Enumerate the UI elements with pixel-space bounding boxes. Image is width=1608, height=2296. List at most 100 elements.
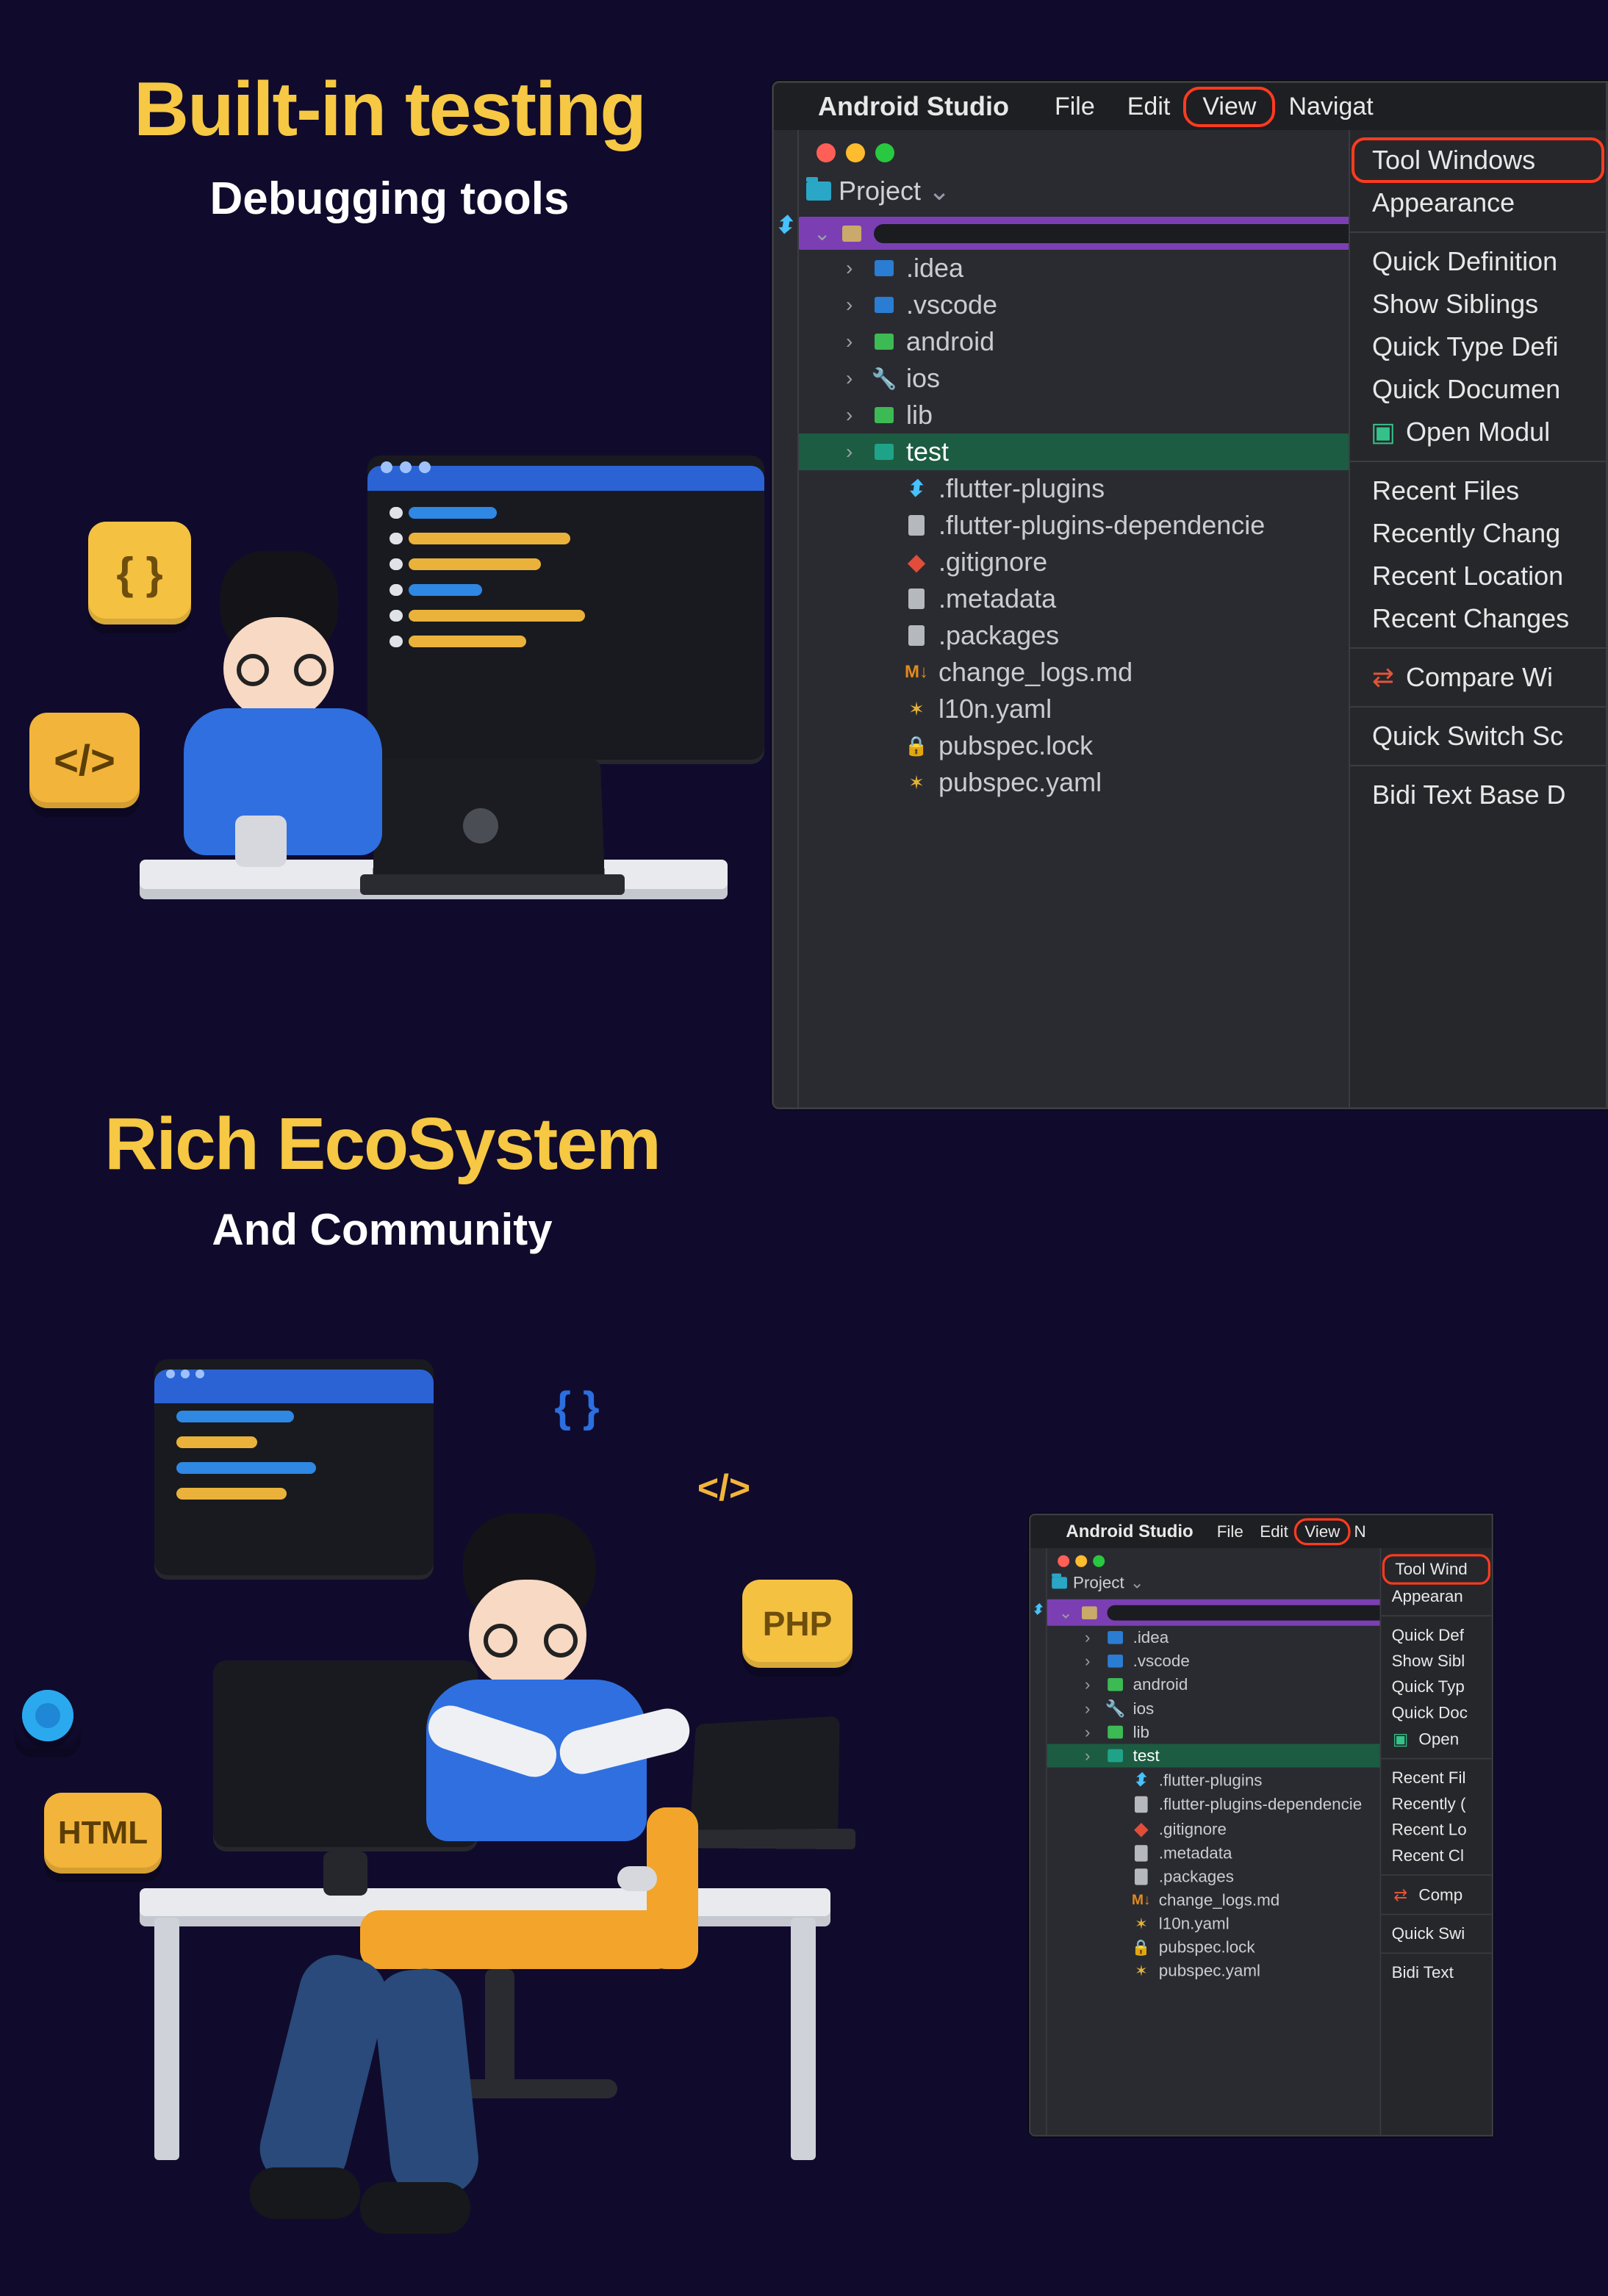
code-badge-icon: </>: [29, 713, 140, 808]
android-studio-panel-1: Android Studio File Edit View Navigat ⬍ …: [772, 81, 1608, 1109]
dropdown-item-label: Recent Changes: [1372, 603, 1569, 634]
app-name: Android Studio: [1066, 1522, 1193, 1541]
flutter-icon: ⬍: [773, 211, 798, 239]
braces-badge-icon: { }: [88, 522, 191, 625]
tree-item-label: android: [906, 326, 994, 357]
menu-edit[interactable]: Edit: [1111, 90, 1187, 124]
view-menu-dropdown[interactable]: Tool Windows Appearance Quick Definition Sh…: [1349, 130, 1606, 1109]
menu-file[interactable]: File: [1038, 90, 1111, 124]
tree-item-label: .gitignore: [938, 547, 1047, 577]
tree-item-label: lib: [1133, 1723, 1149, 1742]
dropdown-item[interactable]: ▣ Open Modul: [1350, 411, 1606, 453]
dropdown-item-label: Recent Files: [1372, 475, 1519, 506]
dropdown-item[interactable]: Quick Typ: [1381, 1674, 1491, 1699]
android-studio-panel-2: Android Studio File Edit View N ⬍ Projec…: [1029, 1514, 1493, 2137]
dropdown-item[interactable]: Tool Windows: [1354, 140, 1601, 180]
dropdown-item[interactable]: Appearance: [1350, 181, 1606, 224]
tree-item-label: .packages: [1159, 1868, 1234, 1887]
mac-menubar: Android Studio File Edit View N: [1030, 1515, 1491, 1548]
menu-navigate[interactable]: Navigat: [1272, 90, 1389, 124]
tree-item-label: .flutter-plugins-dependencie: [938, 510, 1265, 541]
dropdown-item[interactable]: Show Sibl: [1381, 1648, 1491, 1674]
tree-item-label: test: [1133, 1746, 1160, 1766]
menu-n[interactable]: N: [1349, 1521, 1372, 1543]
html-badge: HTML: [44, 1793, 162, 1874]
zoom-window-icon[interactable]: [1093, 1555, 1105, 1567]
view-menu-dropdown[interactable]: Tool WindAppearan Quick Def Show Sibl Quick…: [1380, 1548, 1492, 2137]
close-window-icon[interactable]: [1058, 1555, 1069, 1567]
dropdown-item[interactable]: Recently (: [1381, 1791, 1491, 1817]
dropdown-item[interactable]: Recent Cl: [1381, 1843, 1491, 1868]
tree-item-label: .vscode: [906, 289, 997, 320]
dropdown-item[interactable]: Show Siblings: [1350, 283, 1606, 325]
dropdown-item[interactable]: ⇄Compare Wi: [1350, 656, 1606, 699]
tree-item-label: .gitignore: [1159, 1819, 1227, 1838]
chevron-down-icon: ⌄: [1130, 1573, 1144, 1592]
dropdown-item[interactable]: ▣ Open: [1381, 1726, 1491, 1752]
tree-item-label: l10n.yaml: [938, 694, 1052, 724]
dropdown-item-label: Quick Swi: [1392, 1924, 1465, 1943]
dropdown-item-label: Quick Type Defi: [1372, 331, 1558, 362]
compare-icon: ⇄: [1392, 1885, 1410, 1904]
dropdown-item-label: Quick Def: [1392, 1626, 1464, 1645]
tree-item-label: lib: [906, 400, 933, 431]
tree-item-label: .packages: [938, 620, 1059, 651]
minimize-window-icon[interactable]: [846, 143, 865, 162]
minimize-window-icon[interactable]: [1075, 1555, 1087, 1567]
dropdown-item-label: Recent Location: [1372, 561, 1563, 591]
tree-item-label: .vscode: [1133, 1652, 1190, 1671]
tree-item-label: android: [1133, 1675, 1188, 1694]
close-window-icon[interactable]: [816, 143, 836, 162]
dropdown-item[interactable]: Recently Chang: [1350, 512, 1606, 555]
dropdown-item-label: Comp: [1418, 1885, 1462, 1904]
dropdown-item[interactable]: Quick Switch Sc: [1350, 715, 1606, 757]
code-icon: </>: [683, 1462, 764, 1514]
section2-title: Rich EcoSystem: [44, 1102, 720, 1187]
zoom-window-icon[interactable]: [875, 143, 894, 162]
dropdown-item-label: Open: [1418, 1730, 1459, 1749]
menu-view[interactable]: View: [1186, 90, 1272, 124]
dropdown-item[interactable]: ⇄ Comp: [1381, 1882, 1491, 1908]
dropdown-item[interactable]: Recent Fil: [1381, 1765, 1491, 1791]
dropdown-item[interactable]: Bidi Text: [1381, 1959, 1491, 1985]
dropdown-item[interactable]: Recent Location: [1350, 555, 1606, 597]
dropdown-item-label: Show Sibl: [1392, 1652, 1465, 1671]
developer-illustration-1: { } </>: [22, 463, 757, 948]
mac-menubar: Android Studio File Edit View Navigat: [774, 83, 1606, 130]
dropdown-item[interactable]: Recent Lo: [1381, 1817, 1491, 1843]
tree-item-label: change_logs.md: [938, 657, 1133, 688]
dropdown-item[interactable]: Quick Def: [1381, 1622, 1491, 1648]
tree-item-label: .metadata: [1159, 1844, 1232, 1863]
dropdown-item[interactable]: Recent Files: [1350, 469, 1606, 512]
dropdown-item-label: Appearance: [1372, 187, 1515, 218]
dropdown-item[interactable]: Quick Type Defi: [1350, 325, 1606, 368]
menu-view[interactable]: View: [1296, 1521, 1349, 1543]
dropdown-item[interactable]: Quick Documen: [1350, 368, 1606, 411]
dropdown-item-label: Recently (: [1392, 1794, 1466, 1813]
dropdown-item[interactable]: Quick Definition: [1350, 240, 1606, 283]
dropdown-item[interactable]: Tool Wind: [1385, 1556, 1488, 1582]
dropdown-item-label: Quick Documen: [1372, 374, 1560, 405]
dropdown-item-label: Open Modul: [1406, 417, 1550, 447]
project-label: Project: [839, 176, 921, 206]
dropdown-item[interactable]: Quick Swi: [1381, 1921, 1491, 1946]
dropdown-item[interactable]: Bidi Text Base D: [1350, 774, 1606, 816]
tree-item-label: .idea: [906, 253, 963, 284]
ide-left-gutter: ⬍: [1030, 1548, 1047, 2134]
dropdown-item-label: Recent Cl: [1392, 1846, 1464, 1865]
compare-icon: ⇄: [1372, 662, 1394, 693]
module-icon: ▣: [1372, 417, 1394, 447]
dropdown-item[interactable]: Quick Doc: [1381, 1700, 1491, 1726]
project-dropdown[interactable]: Project ⌄: [1052, 1573, 1144, 1592]
dropdown-item[interactable]: Recent Changes: [1350, 597, 1606, 640]
dropdown-item[interactable]: Appearan: [1381, 1583, 1491, 1609]
dropdown-item-label: Show Siblings: [1372, 289, 1538, 320]
project-folder-icon: [1052, 1577, 1067, 1588]
tree-item-label: pubspec.yaml: [938, 767, 1102, 798]
dropdown-item-label: Bidi Text Base D: [1372, 780, 1565, 810]
tree-item-label: pubspec.lock: [1159, 1938, 1255, 1957]
project-dropdown[interactable]: Project ⌄: [806, 176, 950, 206]
module-icon: ▣: [1392, 1730, 1410, 1749]
menu-file[interactable]: File: [1209, 1521, 1252, 1543]
menu-edit[interactable]: Edit: [1252, 1521, 1296, 1543]
